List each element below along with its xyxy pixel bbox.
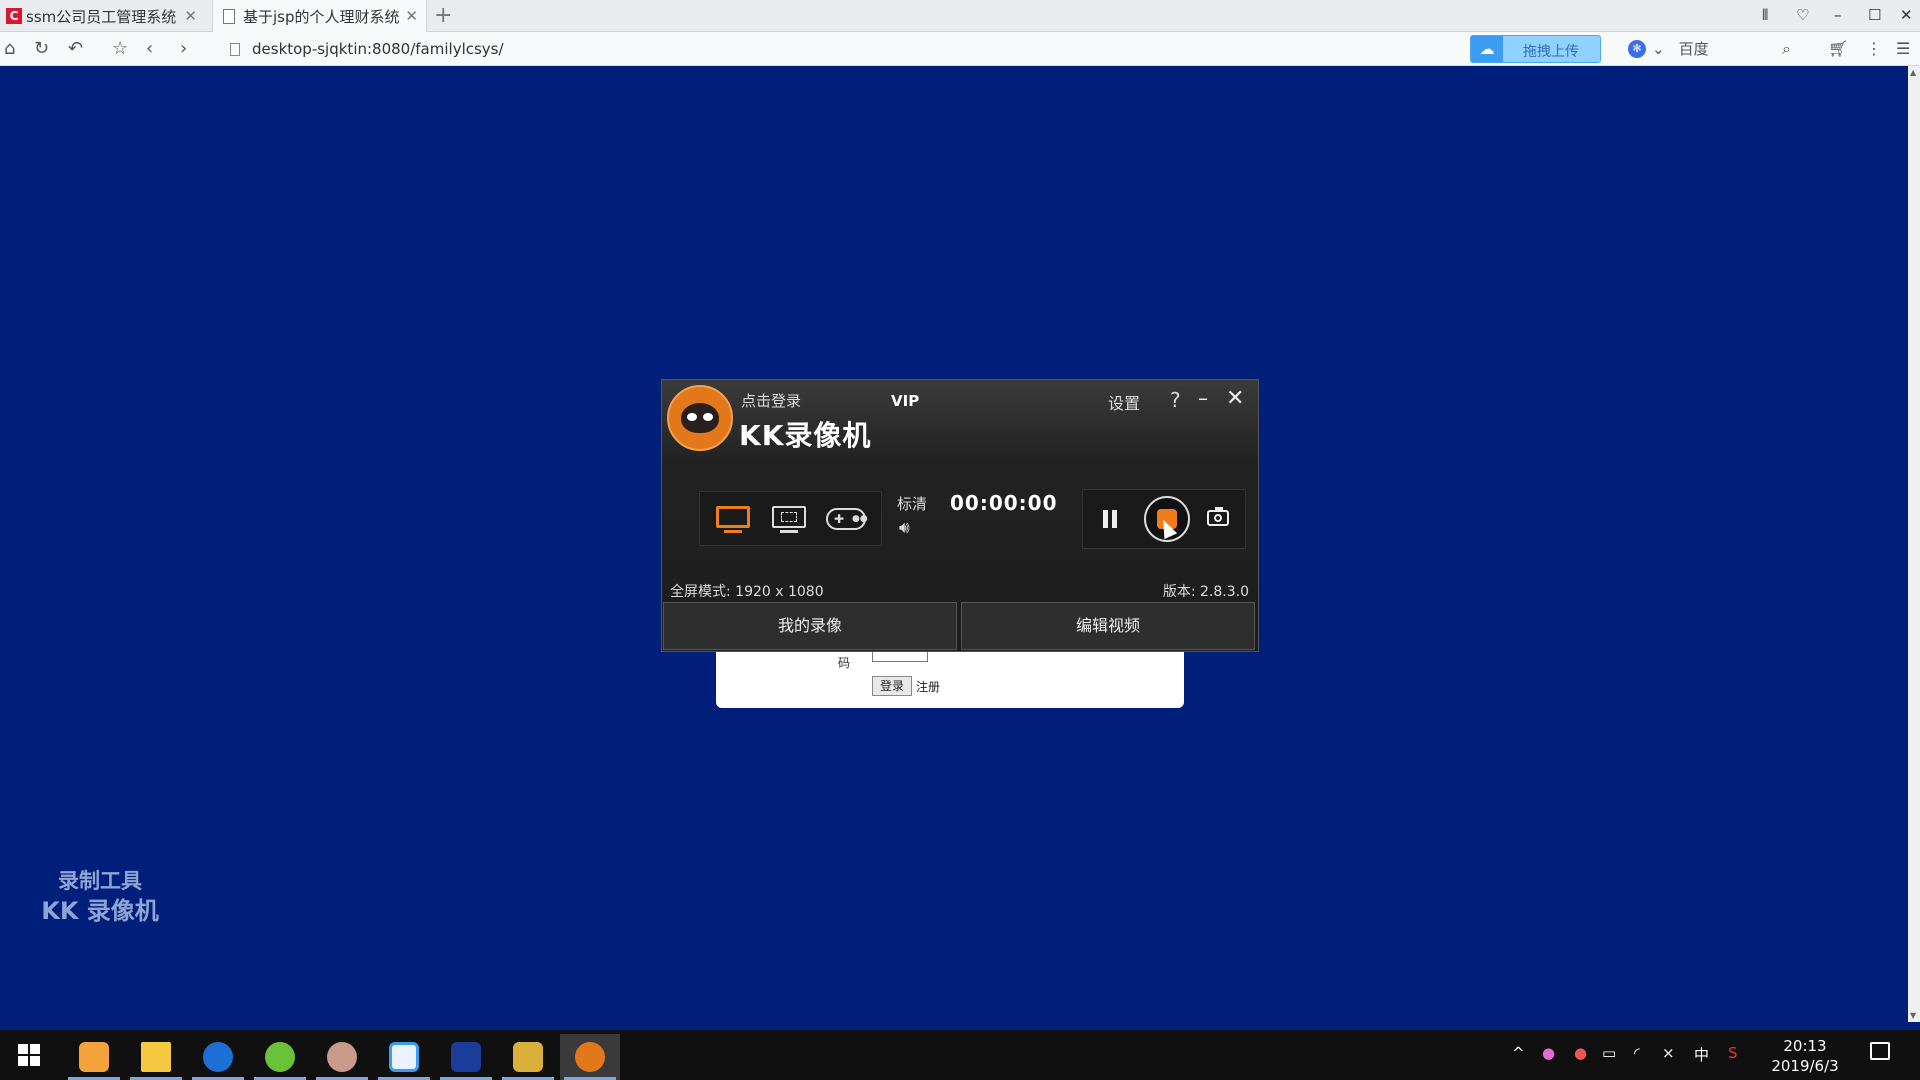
register-link[interactable]: 注册 (916, 678, 940, 695)
watermark-line1: 录制工具 (58, 869, 142, 893)
minimize-icon[interactable]: – (1834, 6, 1842, 24)
page-scrollbar[interactable]: ▲ ▼ (1908, 66, 1920, 1022)
login-link[interactable]: 点击登录 (741, 390, 801, 411)
battery-icon[interactable]: ▭ (1602, 1044, 1616, 1062)
document-icon (223, 8, 235, 24)
wifi-icon[interactable]: ◜ (1634, 1044, 1640, 1062)
scroll-up-icon[interactable]: ▲ (1910, 68, 1916, 77)
chevron-up-icon[interactable]: ^ (1512, 1044, 1525, 1062)
search-engine-label: 百度 (1678, 40, 1709, 58)
version-label: 版本: 2.8.3.0 (1162, 584, 1249, 600)
undo-icon[interactable]: ↶ (68, 38, 83, 59)
search-icon[interactable]: ⌕ (1782, 39, 1791, 59)
edit-video-button[interactable]: 编辑视频 (961, 602, 1255, 650)
close-window-icon[interactable]: ✕ (1900, 6, 1913, 24)
cloud-icon: ☁ (1471, 36, 1503, 62)
drag-upload-button[interactable]: ☁ 拖拽上传 (1470, 35, 1601, 63)
close-icon[interactable]: ✕ (405, 7, 418, 25)
search-engine-box[interactable]: ✻ ⌄ 百度 (1628, 38, 1709, 59)
recorder-watermark: 录制工具 KK 录像机 (30, 866, 170, 926)
more-icon[interactable]: ⋮ (1866, 39, 1882, 58)
back-icon[interactable]: ‹ (146, 38, 153, 59)
password-label: 码 (838, 656, 851, 670)
baidu-paw-icon: ✻ (1628, 39, 1646, 58)
qq-icon[interactable]: ● (1542, 1044, 1555, 1062)
teamviewer-icon[interactable] (188, 1034, 248, 1080)
tab-ssm-system[interactable]: C ssm公司员工管理系统 ✕ (0, 0, 205, 32)
site-c-icon: C (6, 8, 22, 24)
kk-raccoon-logo-icon (667, 385, 733, 451)
ide-tools-icon[interactable] (498, 1034, 558, 1080)
login-button[interactable]: 登录 (872, 676, 912, 696)
speaker-icon[interactable]: 🔊︎ (899, 518, 910, 538)
game-mode-icon[interactable]: ✚ ●● (826, 504, 868, 534)
page-icon (230, 42, 240, 56)
chevron-down-icon[interactable]: ⌄ (1652, 40, 1665, 58)
clock-date: 2019/6/3 (1771, 1057, 1839, 1075)
cart-icon[interactable]: 🛒︎ (1828, 39, 1848, 58)
avatar-app-icon[interactable] (312, 1034, 372, 1080)
forward-icon[interactable]: › (180, 38, 187, 59)
baidu-netdisk-icon[interactable] (374, 1034, 434, 1080)
menu-icon[interactable]: ☰ (1896, 39, 1910, 58)
sogou-icon[interactable]: S (1728, 1044, 1738, 1062)
new-tab-button[interactable]: + (434, 3, 452, 28)
address-bar: ⌂ ↻ ↶ ☆ ‹ › desktop-sjqktin:8080/familyl… (0, 32, 1920, 66)
my-recordings-button[interactable]: 我的录像 (663, 602, 957, 650)
mode-info: 全屏模式: 1920 x 1080 (670, 584, 824, 600)
help-icon[interactable]: ? (1170, 388, 1181, 412)
camera-icon[interactable] (1207, 507, 1229, 526)
pause-icon[interactable] (1103, 510, 1117, 528)
system-clock[interactable]: 20:13 2019/6/3 (1762, 1036, 1848, 1076)
minimize-icon[interactable]: – (1198, 386, 1208, 410)
scroll-down-icon[interactable]: ▼ (1910, 1011, 1916, 1020)
tab-finance-system[interactable]: 基于jsp的个人理财系统 ✕ (212, 0, 427, 32)
kk-recorder-window: 点击登录 VIP KK录像机 设置 ? – ✕ ✚ ●● 标清 🔊︎ 00:00:… (661, 379, 1259, 652)
url-text: desktop-sjqktin:8080/familylcsys/ (252, 40, 504, 58)
pen-tool-icon[interactable] (436, 1034, 496, 1080)
input-method-label[interactable]: 中 (1694, 1044, 1709, 1065)
home-icon[interactable]: ⌂ (4, 38, 15, 59)
windows-start-icon[interactable] (18, 1044, 40, 1066)
star-icon[interactable]: ☆ (112, 38, 128, 59)
skin-icon[interactable]: ♡ (1796, 6, 1809, 24)
app-title: KK录像机 (739, 419, 872, 452)
vip-badge[interactable]: VIP (891, 392, 919, 410)
watermark-line2: KK 录像机 (41, 897, 159, 925)
upload-label: 拖拽上传 (1523, 44, 1579, 60)
kk-recorder-taskbar-icon[interactable] (560, 1034, 620, 1080)
browser-tab-bar: C ssm公司员工管理系统 ✕ 基于jsp的个人理财系统 ✕ + ⫴ ♡ – ☐… (0, 0, 1920, 32)
windows-taskbar: ^ ● ● ▭ ◜ × 中 S 20:13 2019/6/3 (0, 1030, 1920, 1080)
record-timer: 00:00:00 (950, 491, 1058, 515)
clock-time: 20:13 (1783, 1037, 1827, 1055)
region-mode-icon[interactable] (772, 504, 806, 534)
qq-2-icon[interactable]: ● (1574, 1044, 1587, 1062)
notification-center-icon[interactable] (1870, 1042, 1890, 1060)
tab-title: ssm公司员工管理系统 (26, 7, 177, 26)
volume-mute-icon[interactable]: × (1662, 1044, 1675, 1062)
quality-selector[interactable]: 标清 (897, 493, 927, 514)
maximize-icon[interactable]: ☐ (1868, 6, 1881, 24)
sidebar-toggle-icon[interactable]: ⫴ (1762, 6, 1768, 24)
firefox-app-icon[interactable] (64, 1034, 124, 1080)
tab-title: 基于jsp的个人理财系统 (243, 7, 400, 26)
close-icon[interactable]: ✕ (184, 7, 197, 25)
iqiyi-icon[interactable] (250, 1034, 310, 1080)
fullscreen-mode-icon[interactable] (716, 504, 750, 534)
settings-button[interactable]: 设置 (1108, 390, 1140, 414)
record-mode-selector: ✚ ●● (699, 491, 882, 546)
close-icon[interactable]: ✕ (1226, 386, 1244, 411)
file-explorer-icon[interactable] (126, 1034, 186, 1080)
url-field[interactable]: desktop-sjqktin:8080/familylcsys/ (230, 40, 504, 58)
refresh-icon[interactable]: ↻ (34, 38, 49, 59)
